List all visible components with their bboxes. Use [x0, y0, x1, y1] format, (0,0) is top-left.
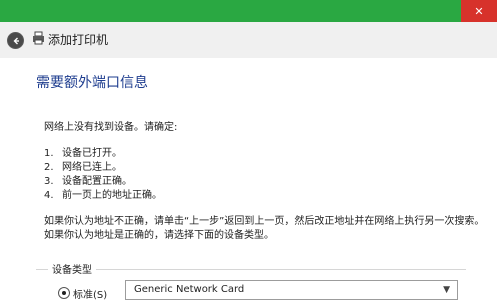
list-item: 3. 设备配置正确。 [44, 176, 132, 187]
wizard-content: 需要额外端口信息 网络上没有找到设备。请确定: 1. 设备已打开。 2. 网络已连上… [0, 58, 497, 304]
device-type-group-label: 设备类型 [48, 261, 96, 276]
close-button[interactable]: ✕ [461, 0, 497, 22]
standard-radio-label[interactable]: 标准(S) [73, 286, 107, 301]
device-type-group-border [36, 269, 466, 270]
page-heading: 需要额外端口信息 [36, 75, 148, 91]
standard-radio[interactable] [58, 287, 70, 299]
title-bar: ✕ [0, 0, 497, 22]
wizard-header: 添加打印机 [0, 22, 497, 58]
advice-text-1: 如果你认为地址不正确，请单击“上一步”返回到上一页，然后改正地址并在网络上执行另… [44, 216, 485, 227]
back-button[interactable] [7, 32, 24, 49]
device-type-value: Generic Network Card [134, 284, 245, 295]
printer-icon [33, 31, 44, 45]
arrow-left-icon [13, 37, 19, 44]
advice-text-2: 如果你认为地址是正确的，请选择下面的设备类型。 [44, 230, 274, 241]
wizard-title: 添加打印机 [48, 33, 109, 47]
intro-text: 网络上没有找到设备。请确定: [44, 122, 178, 133]
list-item: 2. 网络已连上。 [44, 162, 122, 173]
list-item: 1. 设备已打开。 [44, 148, 122, 159]
device-type-select[interactable]: Generic Network Card ▼ [125, 280, 458, 300]
list-item: 4. 前一页上的地址正确。 [44, 190, 162, 201]
chevron-down-icon: ▼ [443, 285, 450, 295]
